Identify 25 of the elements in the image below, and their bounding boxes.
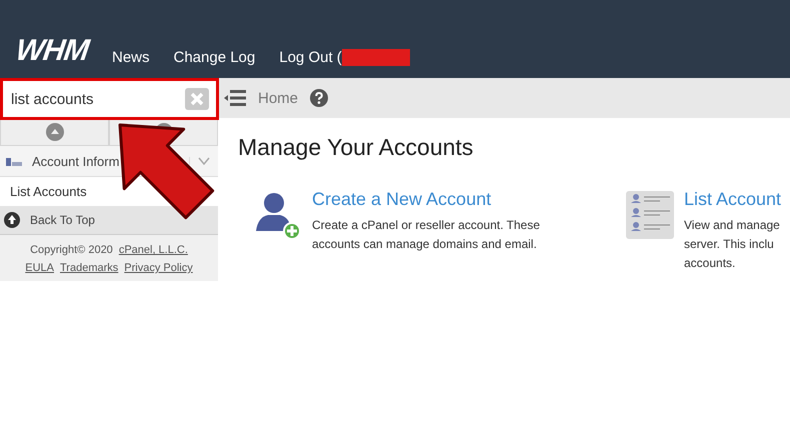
footer-link[interactable]: EULA: [25, 259, 54, 277]
sidebar-item[interactable]: List Accounts: [0, 177, 97, 206]
add-user-icon[interactable]: [254, 191, 302, 239]
accounts-icon: [6, 155, 22, 167]
help-icon[interactable]: [310, 89, 328, 107]
card-title-link[interactable]: Create a New Account: [312, 189, 492, 209]
nav-link[interactable]: Log Out (: [279, 49, 342, 66]
collapse-button[interactable]: [0, 118, 109, 146]
page-title: Manage Your Accounts: [238, 134, 474, 161]
user-list-icon[interactable]: [626, 191, 674, 239]
menu-icon[interactable]: [224, 90, 246, 106]
card-description: Create a cPanel or reseller account. These accounts can manage domains and email.: [312, 217, 540, 253]
company-link[interactable]: cPanel, L.L.C.: [118, 241, 188, 259]
back-to-top-link[interactable]: Back To Top: [0, 206, 218, 234]
footer-link[interactable]: Privacy Policy: [124, 259, 193, 277]
breadcrumb-link[interactable]: Home: [258, 90, 298, 106]
whm-logo[interactable]: WHM: [14, 36, 90, 66]
card-title-link[interactable]: List Account: [684, 189, 782, 209]
footer-link[interactable]: Trademarks: [60, 259, 118, 277]
copyright-text: Copyright© 2020: [30, 243, 113, 258]
nav-link[interactable]: Change Log: [174, 49, 256, 66]
category-label: Account Inform: [32, 154, 120, 168]
nav-link[interactable]: News: [112, 49, 150, 66]
redaction-bar: [342, 49, 410, 66]
card-description: View and manage server. This inclu accounts.: [684, 217, 781, 272]
